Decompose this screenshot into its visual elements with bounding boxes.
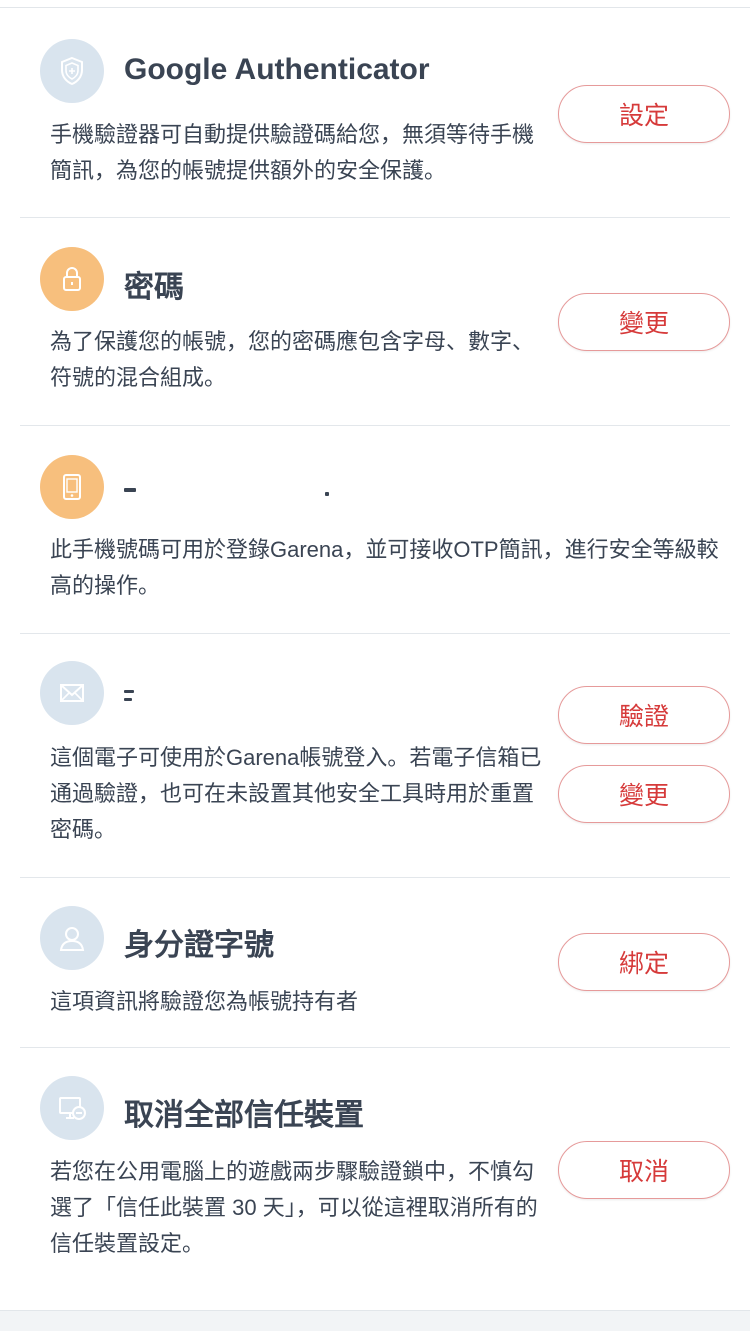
cancel-trusted-devices-title: 取消全部信任裝置 <box>124 1099 364 1132</box>
email-description: 這個電子可使用於Garena帳號登入。若電子信箱已通過驗證，也可在未設置其他安全… <box>50 745 542 842</box>
password-title: 密碼 <box>124 271 184 304</box>
redacted-phone-number <box>124 488 136 492</box>
cancel-trusted-devices-button[interactable]: 取消 <box>558 1141 730 1199</box>
phone-icon <box>40 455 104 519</box>
cancel-trusted-devices-description: 若您在公用電腦上的遊戲兩步驟驗證鎖中，不慎勾選了「信任此裝置 30 天」，可以從… <box>50 1159 538 1256</box>
email-section: 這個電子可使用於Garena帳號登入。若電子信箱已通過驗證，也可在未設置其他安全… <box>20 634 730 878</box>
bind-id-button[interactable]: 綁定 <box>558 933 730 991</box>
google-authenticator-title: Google Authenticator <box>124 53 430 86</box>
top-divider <box>0 0 750 8</box>
google-authenticator-section: Google Authenticator 手機驗證器可自動提供驗證碼給您，無須等… <box>20 9 730 218</box>
bottom-band <box>0 1310 750 1331</box>
device-cancel-icon <box>40 1076 104 1140</box>
setup-authenticator-button[interactable]: 設定 <box>558 85 730 143</box>
shield-icon <box>40 39 104 103</box>
redacted-email-2 <box>124 698 132 701</box>
phone-description: 此手機號碼可用於登錄Garena，並可接收OTP簡訊，進行安全等級較高的操作。 <box>50 537 719 598</box>
password-description: 為了保護您的帳號，您的密碼應包含字母、數字、符號的混合組成。 <box>50 329 535 390</box>
cancel-trusted-devices-section: 取消全部信任裝置 若您在公用電腦上的遊戲兩步驟驗證鎖中，不慎勾選了「信任此裝置 … <box>20 1048 730 1310</box>
google-authenticator-description: 手機驗證器可自動提供驗證碼給您，無須等待手機簡訊，為您的帳號提供額外的安全保護。 <box>50 122 535 183</box>
lock-icon <box>40 247 104 311</box>
envelope-icon <box>40 661 104 725</box>
id-number-description: 這項資訊將驗證您為帳號持有者 <box>50 989 359 1014</box>
change-email-button[interactable]: 變更 <box>558 765 730 823</box>
id-number-section: 身分證字號 這項資訊將驗證您為帳號持有者 綁定 <box>20 878 730 1048</box>
id-number-title: 身分證字號 <box>124 929 274 962</box>
redacted-email <box>124 690 134 693</box>
password-section: 密碼 為了保護您的帳號，您的密碼應包含字母、數字、符號的混合組成。 變更 <box>20 218 730 426</box>
change-password-button[interactable]: 變更 <box>558 293 730 351</box>
verify-email-button[interactable]: 驗證 <box>558 686 730 744</box>
phone-section: 此手機號碼可用於登錄Garena，並可接收OTP簡訊，進行安全等級較高的操作。 <box>20 426 730 634</box>
redacted-phone-number-end <box>325 492 329 496</box>
user-icon <box>40 906 104 970</box>
